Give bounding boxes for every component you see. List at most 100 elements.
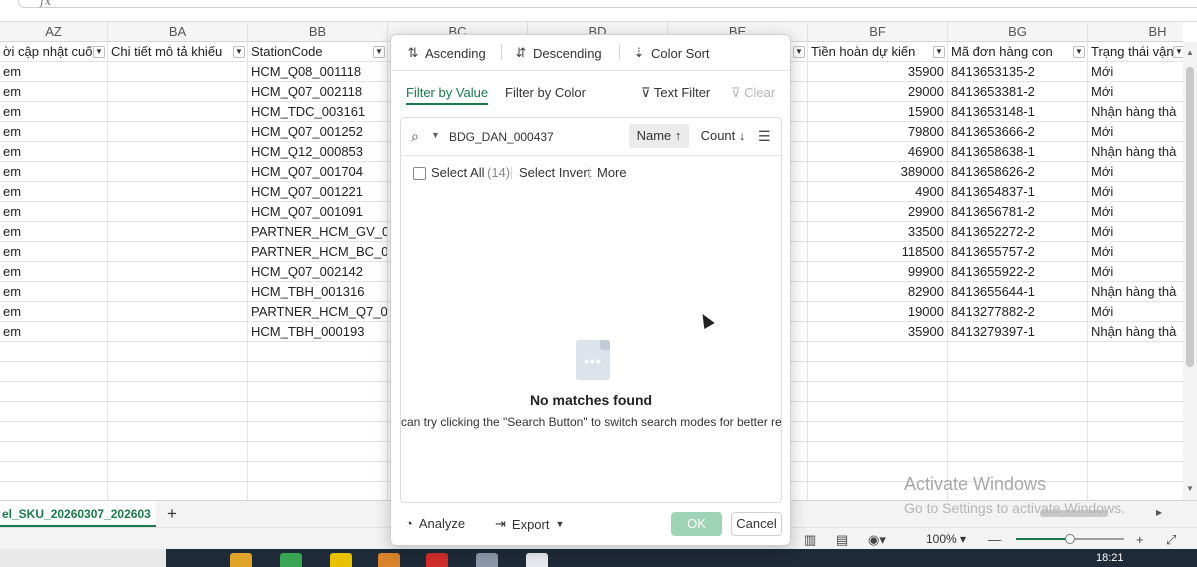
cell-az[interactable]: em (0, 122, 108, 142)
cell-bb[interactable]: HCM_Q08_001118 (248, 62, 388, 82)
zoom-level[interactable]: 100% ▾ (926, 532, 966, 546)
cell-ba[interactable] (108, 202, 248, 222)
cell-bg[interactable] (948, 402, 1088, 422)
cell-az[interactable]: em (0, 162, 108, 182)
cell-bf[interactable]: 389000 (808, 162, 948, 182)
cell-bh[interactable]: Mới (1088, 242, 1183, 262)
cell-bb[interactable]: PARTNER_HCM_Q7_00 (248, 302, 388, 322)
cell-az[interactable] (0, 382, 108, 402)
cell-az[interactable]: em (0, 322, 108, 342)
cell-bh[interactable]: Mới (1088, 82, 1183, 102)
export-button[interactable]: ⇥ Export ▼ (495, 516, 564, 532)
sheet-tab-active[interactable]: el_SKU_20260307_202603 (0, 501, 156, 527)
cell-az[interactable] (0, 402, 108, 422)
more-button[interactable]: More (597, 165, 627, 180)
cell-ba[interactable] (108, 342, 248, 362)
cell-bb[interactable] (248, 442, 388, 462)
cell-ba[interactable] (108, 462, 248, 482)
cell-ba[interactable] (108, 82, 248, 102)
search-mode-chevron-icon[interactable]: ▼ (431, 130, 440, 140)
cell-bg[interactable] (948, 342, 1088, 362)
cell-bf[interactable]: 29900 (808, 202, 948, 222)
cell-ba[interactable] (108, 222, 248, 242)
cell-az[interactable] (0, 442, 108, 462)
zoom-slider-knob[interactable] (1065, 534, 1075, 544)
cell-ba[interactable] (108, 302, 248, 322)
zoom-out-icon[interactable]: — (988, 532, 1001, 547)
cell-bf[interactable]: 33500 (808, 222, 948, 242)
cell-bh[interactable] (1088, 342, 1183, 362)
cell-bf[interactable] (808, 342, 948, 362)
app-icon-green[interactable] (280, 553, 302, 567)
cell-bh[interactable]: Nhận hàng thà (1088, 142, 1183, 162)
header-cell-bh[interactable]: Trạng thái vận ▼ (1088, 42, 1183, 62)
zoom-slider[interactable] (1016, 534, 1124, 544)
cell-bh[interactable]: Nhận hàng thà (1088, 102, 1183, 122)
cell-bh[interactable] (1088, 402, 1183, 422)
cell-bf[interactable]: 29000 (808, 82, 948, 102)
header-cell-bf[interactable]: Tiền hoàn dự kiến ▼ (808, 42, 948, 62)
ok-button[interactable]: OK (671, 512, 722, 536)
cell-bh[interactable] (1088, 482, 1183, 500)
cell-bh[interactable] (1088, 422, 1183, 442)
cell-ba[interactable] (108, 362, 248, 382)
column-header-ba[interactable]: BA (108, 22, 248, 42)
formula-input[interactable] (18, 0, 1197, 8)
cell-bh[interactable] (1088, 462, 1183, 482)
cell-bb[interactable]: HCM_Q07_001704 (248, 162, 388, 182)
cell-bf[interactable]: 35900 (808, 322, 948, 342)
app-icon-gray[interactable] (476, 553, 498, 567)
cell-ba[interactable] (108, 282, 248, 302)
cell-bg[interactable]: 8413277882-2 (948, 302, 1088, 322)
cell-bf[interactable]: 19000 (808, 302, 948, 322)
cell-az[interactable]: em (0, 142, 108, 162)
cell-ba[interactable] (108, 422, 248, 442)
cell-bb[interactable]: HCM_Q07_001252 (248, 122, 388, 142)
cell-bg[interactable]: 8413653135-2 (948, 62, 1088, 82)
cell-az[interactable]: em (0, 222, 108, 242)
cell-az[interactable]: em (0, 242, 108, 262)
cell-bh[interactable]: Mới (1088, 222, 1183, 242)
cell-az[interactable] (0, 462, 108, 482)
cell-bb[interactable]: HCM_TBH_001316 (248, 282, 388, 302)
cell-bh[interactable]: Nhận hàng thà (1088, 322, 1183, 342)
cell-bg[interactable]: 8413656781-2 (948, 202, 1088, 222)
cell-bb[interactable] (248, 422, 388, 442)
cell-bf[interactable]: 118500 (808, 242, 948, 262)
filter-dropdown-icon[interactable]: ▼ (933, 46, 945, 58)
cell-bg[interactable] (948, 442, 1088, 462)
cell-bb[interactable]: HCM_TDC_003161 (248, 102, 388, 122)
cell-ba[interactable] (108, 382, 248, 402)
cell-bf[interactable]: 46900 (808, 142, 948, 162)
cell-bh[interactable]: Mới (1088, 162, 1183, 182)
cell-ba[interactable] (108, 182, 248, 202)
cell-az[interactable] (0, 342, 108, 362)
cell-ba[interactable] (108, 442, 248, 462)
cell-bf[interactable] (808, 422, 948, 442)
cell-ba[interactable] (108, 482, 248, 500)
taskbar-clock[interactable]: 18:21 (1096, 552, 1124, 564)
column-header-bf[interactable]: BF (808, 22, 948, 42)
column-header-bb[interactable]: BB (248, 22, 388, 42)
sort-descending-button[interactable]: ⇵ Descending (513, 44, 602, 62)
column-header-az[interactable]: AZ (0, 22, 108, 42)
cell-bg[interactable]: 8413652272-2 (948, 222, 1088, 242)
select-all-label[interactable]: Select All (431, 165, 484, 180)
cell-bg[interactable]: 8413653148-1 (948, 102, 1088, 122)
analyze-button[interactable]: ◔ Analyze (405, 516, 465, 531)
cell-bh[interactable]: Mới (1088, 182, 1183, 202)
cancel-button[interactable]: Cancel (731, 512, 782, 536)
cell-az[interactable]: em (0, 202, 108, 222)
color-sort-button[interactable]: ⇣ Color Sort (631, 44, 710, 62)
cell-bf[interactable] (808, 442, 948, 462)
cell-ba[interactable] (108, 402, 248, 422)
page-layout-icon[interactable]: ▤ (836, 532, 848, 548)
sort-by-count-button[interactable]: Count ↓ (698, 124, 748, 148)
column-header-bg[interactable]: BG (948, 22, 1088, 42)
filter-search-input[interactable] (449, 127, 619, 147)
cell-bb[interactable]: HCM_Q12_000853 (248, 142, 388, 162)
cell-bf[interactable] (808, 382, 948, 402)
cell-bg[interactable]: 8413279397-1 (948, 322, 1088, 342)
cell-az[interactable]: em (0, 82, 108, 102)
cell-bf[interactable]: 82900 (808, 282, 948, 302)
